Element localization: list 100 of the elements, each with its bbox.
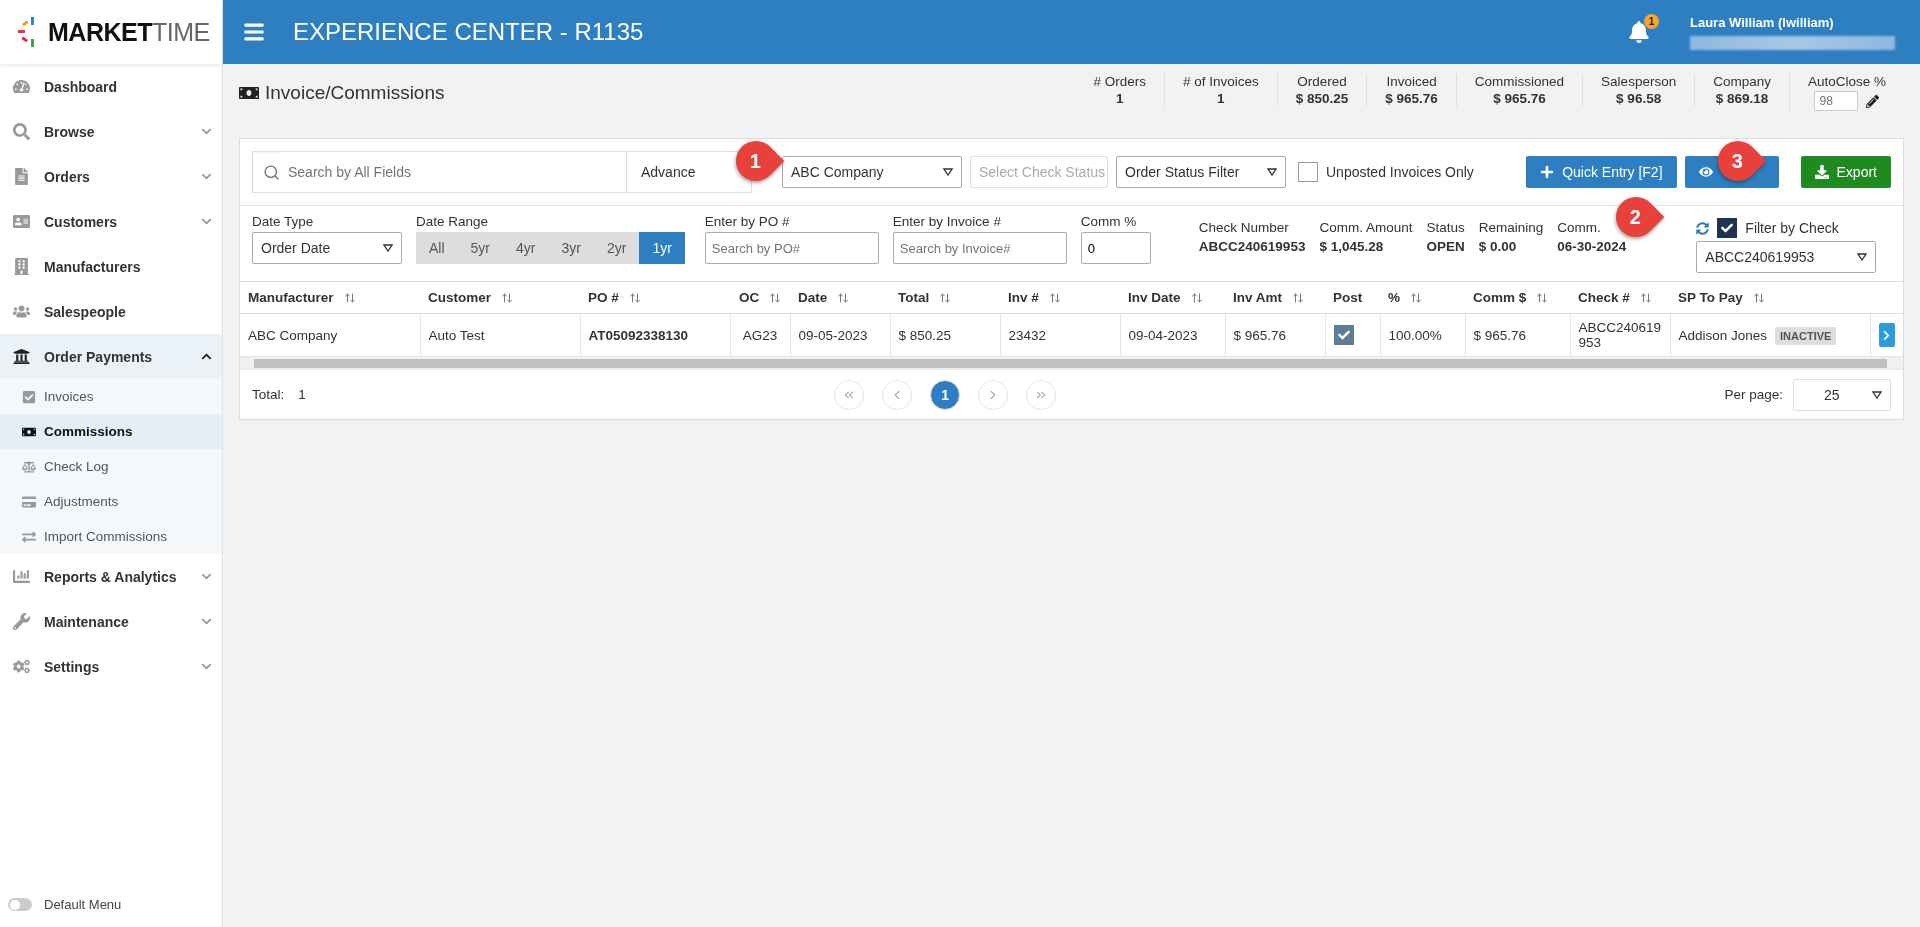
refresh-icon[interactable] bbox=[1696, 221, 1710, 235]
order-status-select[interactable]: Order Status Filter bbox=[1116, 156, 1286, 188]
po-field[interactable]: Search by PO# bbox=[704, 232, 879, 264]
stat-value: $ 965.76 bbox=[1385, 91, 1438, 106]
field-label: Date Range bbox=[416, 214, 490, 229]
notification-bell-icon[interactable] bbox=[1628, 21, 1650, 43]
nav-item[interactable]: Salespeople bbox=[0, 289, 222, 334]
per-page-label: Per page: bbox=[1724, 387, 1783, 402]
id-card-icon bbox=[12, 213, 30, 230]
sort-icon[interactable] bbox=[939, 291, 952, 304]
nav-item[interactable]: Browse bbox=[0, 109, 222, 154]
sort-icon[interactable] bbox=[769, 291, 782, 304]
eye-icon bbox=[1698, 165, 1713, 179]
table-cell: $ 965.76 bbox=[1465, 313, 1570, 357]
sort-icon[interactable] bbox=[837, 291, 850, 304]
autoclose-field[interactable]: 98 bbox=[1814, 91, 1859, 111]
quick-entry-button[interactable]: Quick Entry [F2] bbox=[1526, 156, 1677, 188]
caret-icon bbox=[1857, 253, 1868, 261]
chevron-down-icon[interactable] bbox=[201, 571, 212, 582]
chevron-down-icon[interactable] bbox=[201, 126, 212, 137]
column-header: Date bbox=[798, 290, 828, 305]
chevron-down-icon[interactable] bbox=[201, 171, 212, 182]
post-checkbox[interactable] bbox=[1333, 325, 1354, 345]
caret-icon bbox=[1872, 390, 1882, 399]
column-header: OC bbox=[738, 290, 760, 305]
nav-item[interactable]: Maintenance bbox=[0, 599, 222, 644]
nav-subitem[interactable]: Invoices bbox=[0, 379, 222, 414]
column-header: Post bbox=[1333, 290, 1363, 305]
export-button[interactable]: Export bbox=[1800, 156, 1891, 188]
page-button[interactable]: 1 bbox=[930, 379, 961, 410]
comm-percent-field[interactable]: 0 bbox=[1080, 232, 1151, 264]
sort-icon[interactable] bbox=[343, 291, 356, 304]
nav-subitem[interactable]: Commissions bbox=[0, 414, 222, 449]
nav-subitem[interactable]: Check Log bbox=[0, 449, 222, 484]
checkbox[interactable] bbox=[1298, 162, 1318, 182]
scale-icon bbox=[22, 459, 36, 474]
field-label: Enter by PO # bbox=[704, 214, 791, 229]
column-header: Inv # bbox=[1008, 290, 1039, 305]
user-name[interactable]: Laura William (lwilliam) bbox=[1690, 14, 1900, 30]
stat-value: $ 96.58 bbox=[1616, 91, 1662, 106]
card-icon bbox=[22, 494, 36, 509]
nav-subitem[interactable]: Import Commissions bbox=[0, 519, 222, 554]
nav-item[interactable]: Manufacturers bbox=[0, 244, 222, 289]
nav-item[interactable]: Settings bbox=[0, 644, 222, 689]
nav-item[interactable]: Customers bbox=[0, 199, 222, 244]
status-badge: INACTIVE bbox=[1775, 326, 1837, 345]
stat-label: # of Invoices bbox=[1182, 74, 1259, 89]
checkbox[interactable] bbox=[1717, 218, 1738, 238]
stat-label: Commissioned bbox=[1474, 74, 1565, 89]
sort-icon[interactable] bbox=[1639, 291, 1652, 304]
caret-icon bbox=[383, 244, 393, 252]
chevron-down-icon[interactable] bbox=[201, 661, 212, 672]
chevron-down-icon[interactable] bbox=[201, 616, 212, 627]
search-field[interactable]: Search by All Fields Advance bbox=[252, 151, 752, 193]
per-page-select[interactable]: 25 bbox=[1793, 378, 1891, 411]
stat-label: Ordered bbox=[1297, 74, 1347, 89]
salesperson-name: Addison Jones bbox=[1678, 327, 1768, 343]
search-icon bbox=[263, 163, 280, 181]
sort-icon[interactable] bbox=[1292, 291, 1304, 304]
nav-subitem[interactable]: Adjustments bbox=[0, 484, 222, 519]
company-select[interactable]: ABC Company bbox=[782, 156, 962, 188]
people-icon bbox=[12, 303, 30, 320]
chevron-down-icon[interactable] bbox=[201, 216, 212, 227]
check-icon bbox=[1721, 222, 1734, 234]
table-cell: $ 965.76 bbox=[1225, 313, 1325, 357]
pencil-icon[interactable] bbox=[1866, 94, 1880, 108]
sort-icon[interactable] bbox=[1536, 291, 1549, 304]
nav-item[interactable]: Dashboard bbox=[0, 64, 222, 109]
wrench-icon bbox=[12, 613, 30, 630]
checkbox-label: Filter by Check bbox=[1745, 220, 1839, 236]
total-count: 1 bbox=[298, 387, 306, 402]
info-label: Check Number bbox=[1198, 220, 1290, 235]
menu-button[interactable] bbox=[243, 21, 265, 43]
chevron-up-icon[interactable] bbox=[201, 351, 212, 362]
sort-icon[interactable] bbox=[501, 291, 513, 304]
stat-value: $ 869.18 bbox=[1715, 91, 1769, 106]
toggle-switch[interactable] bbox=[8, 898, 32, 911]
sort-icon[interactable] bbox=[1752, 291, 1765, 304]
nav-item[interactable]: Reports & Analytics bbox=[0, 554, 222, 599]
checkbox-label: Unposted Invoices Only bbox=[1326, 164, 1474, 180]
sort-icon[interactable] bbox=[1410, 291, 1422, 304]
horizontal-scrollbar[interactable] bbox=[240, 357, 1903, 369]
table-cell: AG23 bbox=[730, 313, 790, 357]
open-row-button[interactable] bbox=[1878, 323, 1895, 347]
sort-icon[interactable] bbox=[1048, 291, 1061, 304]
date-type-select[interactable]: Order Date bbox=[252, 232, 402, 264]
info-value: ABCC240619953 bbox=[1198, 239, 1306, 254]
notification-count: 1 bbox=[1644, 14, 1659, 29]
table-cell: 100.00% bbox=[1380, 313, 1465, 357]
table-cell: 23432 bbox=[1000, 313, 1120, 357]
info-label: Remaining bbox=[1478, 220, 1544, 235]
date-range-option[interactable]: 1yr bbox=[639, 232, 685, 264]
total-label: Total: bbox=[252, 387, 285, 402]
menu-icon bbox=[243, 21, 265, 43]
sort-icon[interactable] bbox=[1190, 291, 1203, 304]
advanced-button[interactable]: Advance bbox=[626, 152, 751, 192]
sort-icon[interactable] bbox=[628, 291, 641, 304]
check-select[interactable]: ABCC240619953 bbox=[1696, 241, 1877, 273]
nav-item[interactable]: Orders bbox=[0, 154, 222, 199]
invoice-field[interactable]: Search by Invoice# bbox=[892, 232, 1067, 264]
